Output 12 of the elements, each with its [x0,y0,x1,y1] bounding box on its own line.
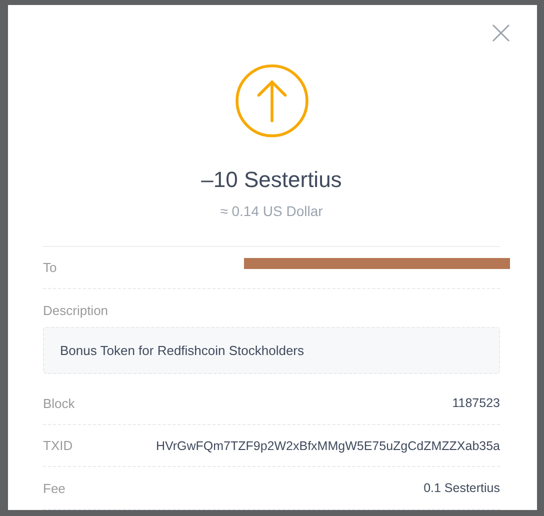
description-text: Bonus Token for Redfishcoin Stockholders [43,327,500,374]
amount-text: –10 Sestertius [201,166,342,193]
detail-label: Block [43,396,75,411]
detail-label: Description [43,303,110,318]
detail-value: HVrGwFQm7TZF9p2W2xBfxMMgW5E75uZgCdZMZZXab35a [156,438,500,453]
close-button[interactable] [491,23,511,43]
detail-value: 0.1 Sestertius [424,481,500,496]
detail-label: TXID [43,438,73,454]
detail-label: To [43,260,57,275]
detail-label: Fee [43,480,66,496]
detail-value: 1187523 [452,396,500,410]
fiat-value: ≈ 0.14 US Dollar [220,202,323,219]
